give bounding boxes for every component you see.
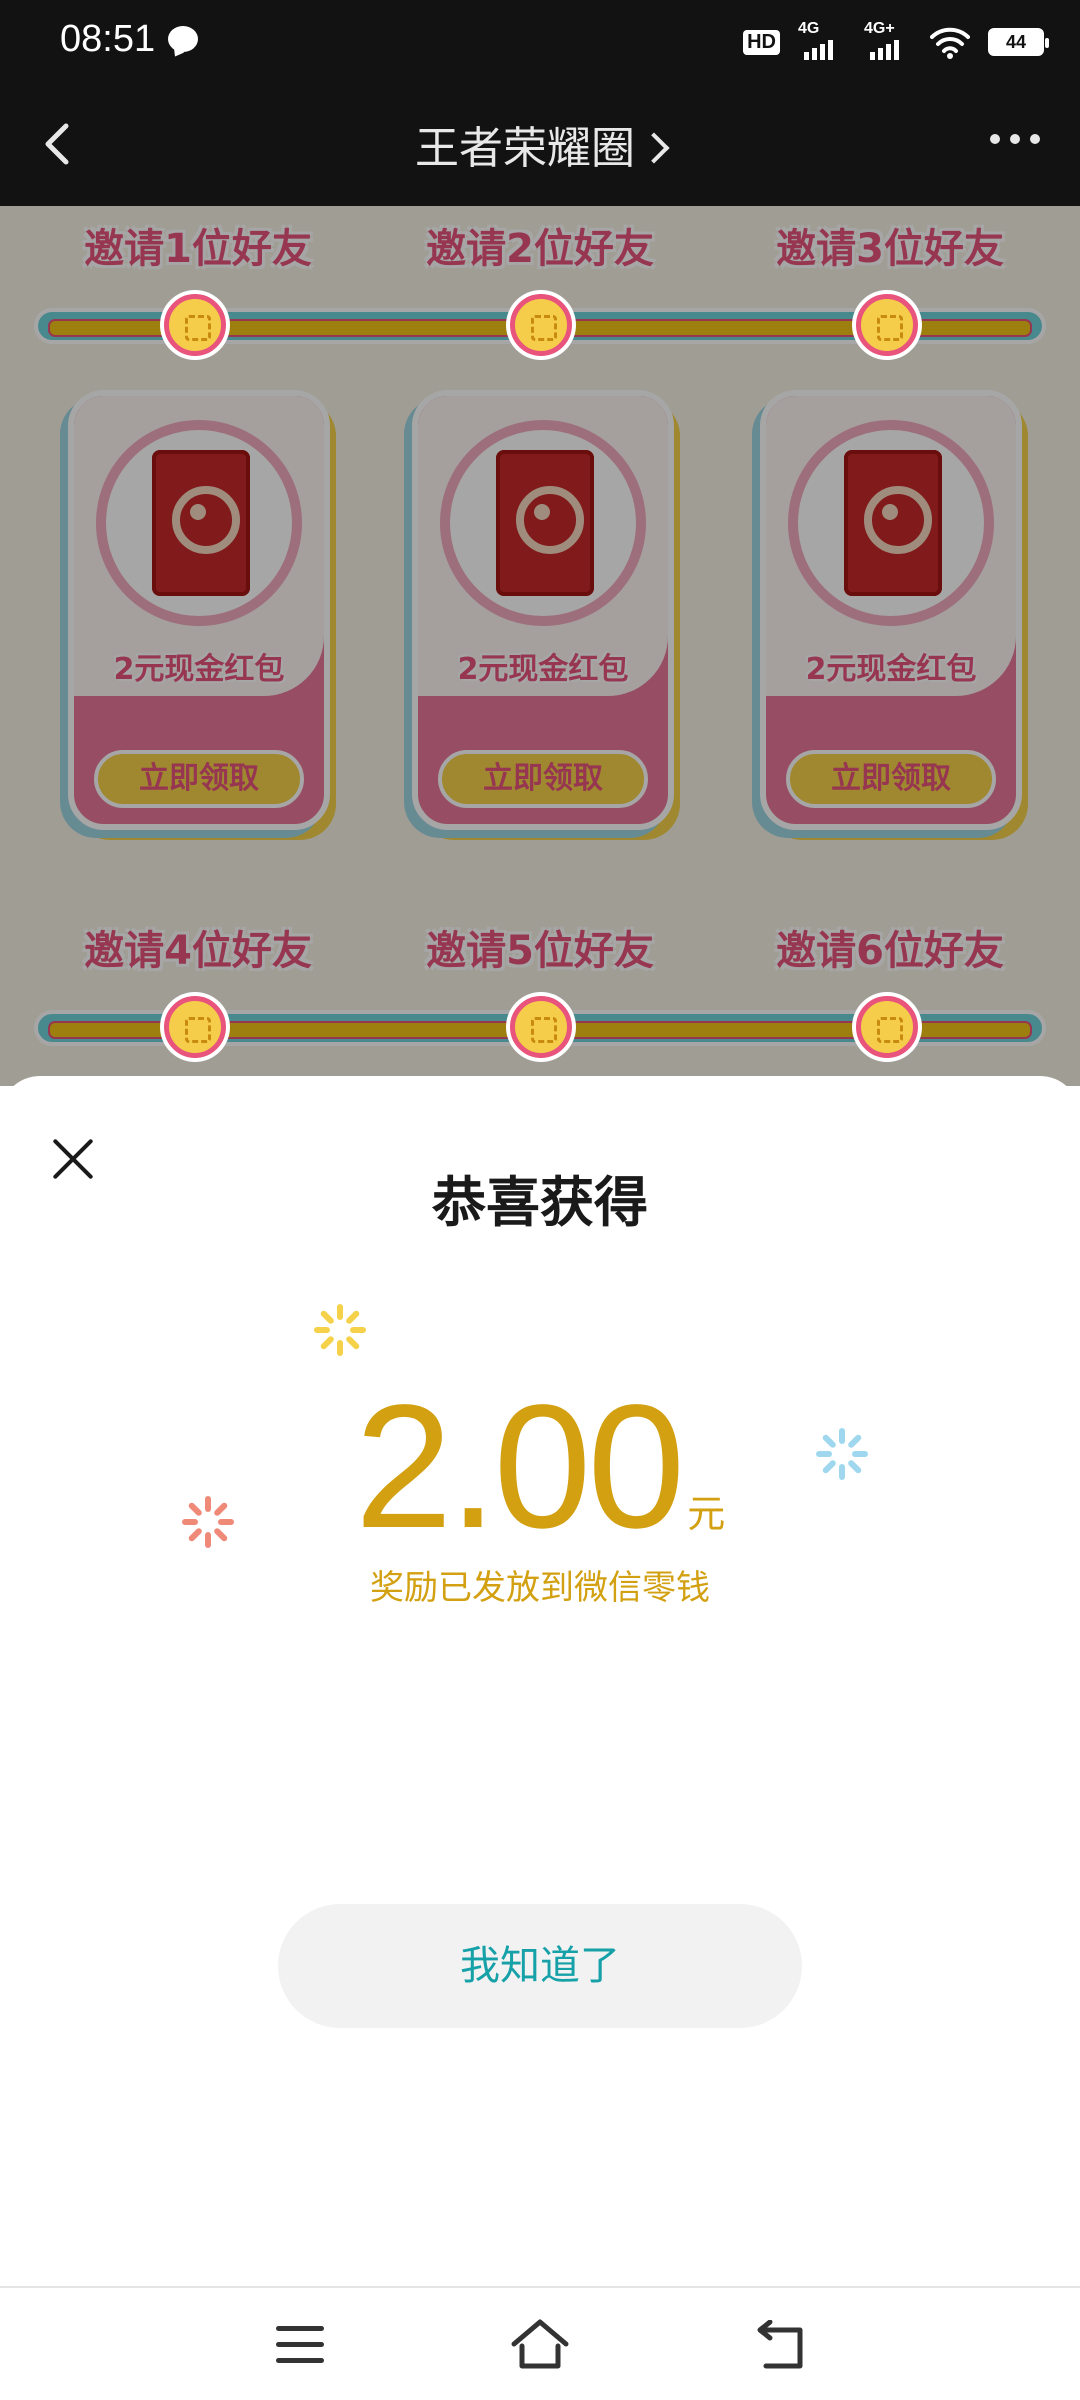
amount-unit: 元 xyxy=(687,1494,726,1536)
coin-bag-icon xyxy=(510,294,572,356)
dialog-title: 恭喜获得 xyxy=(432,1171,648,1234)
page-title[interactable]: 王者荣耀圈 xyxy=(0,112,1080,176)
hd-icon: HD xyxy=(743,29,780,55)
dialog-subtitle: 奖励已发放到微信零钱 xyxy=(370,1568,710,1608)
title-bar: 王者荣耀圈 xyxy=(0,84,1080,206)
network-type-label: 4G xyxy=(798,20,820,37)
system-nav-bar xyxy=(0,2286,1080,2400)
coin-bag-icon xyxy=(856,996,918,1058)
amount-value: 2.00 xyxy=(354,1369,686,1565)
chat-bubble-icon xyxy=(168,26,198,52)
reward-amount-display: 2.00 元 xyxy=(0,1366,1080,1568)
wifi-icon xyxy=(930,27,970,59)
battery-icon: 44 xyxy=(988,28,1049,56)
home-icon[interactable] xyxy=(508,2316,572,2372)
sparkle-icon xyxy=(312,1302,368,1358)
status-icons: HD 4G 4G+ 44 xyxy=(743,20,1049,62)
status-time: 08:51 xyxy=(60,18,156,60)
reward-dialog: 恭喜获得 2.00 元 奖励已发放到微信零钱 我知道了 xyxy=(0,1076,1080,2286)
coin-bag-icon xyxy=(856,294,918,356)
signal-icon: 4G+ xyxy=(864,20,912,62)
got-it-button[interactable]: 我知道了 xyxy=(278,1904,802,2028)
network-type-label: 4G+ xyxy=(864,20,895,37)
menu-icon[interactable] xyxy=(276,2326,324,2366)
coin-bag-icon xyxy=(164,294,226,356)
back-icon[interactable] xyxy=(752,2320,808,2372)
coin-bag-icon xyxy=(510,996,572,1058)
status-bar: 08:51 HD 4G 4G+ 44 xyxy=(0,0,1080,84)
signal-icon: 4G xyxy=(798,20,846,62)
chevron-right-icon xyxy=(638,132,670,164)
page-title-text: 王者荣耀圈 xyxy=(415,123,635,174)
more-icon[interactable] xyxy=(990,134,1040,144)
coin-bag-icon xyxy=(164,996,226,1058)
